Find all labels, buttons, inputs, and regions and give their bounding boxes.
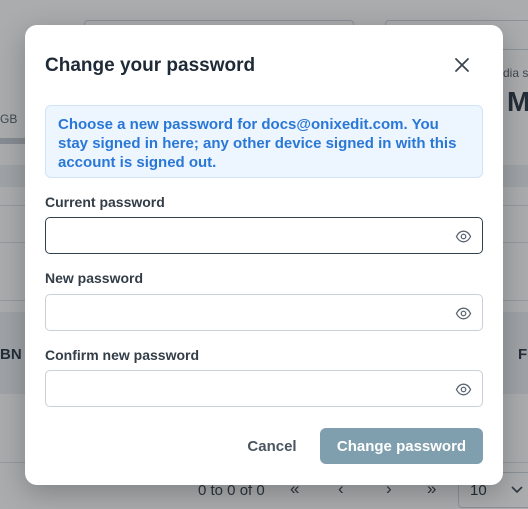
new-password-label: New password (45, 270, 144, 286)
eye-icon[interactable] (455, 381, 472, 398)
info-banner: Choose a new password for docs@onixedit.… (45, 105, 483, 178)
close-icon (455, 58, 469, 72)
change-password-dialog: Change your password Choose a new passwo… (25, 25, 503, 485)
dialog-title: Change your password (45, 55, 256, 76)
info-text: Choose a new password for docs@onixedit.… (58, 116, 457, 171)
current-password-input[interactable] (46, 218, 446, 253)
eye-icon[interactable] (455, 305, 472, 322)
current-password-field (45, 217, 483, 254)
cancel-button[interactable]: Cancel (237, 428, 307, 464)
confirm-password-field (45, 370, 483, 407)
close-button[interactable] (450, 53, 474, 77)
current-password-label: Current password (45, 194, 165, 210)
new-password-input[interactable] (46, 295, 446, 330)
new-password-field (45, 294, 483, 331)
change-password-button[interactable]: Change password (320, 428, 483, 464)
confirm-password-input[interactable] (46, 371, 446, 406)
confirm-password-label: Confirm new password (45, 347, 200, 363)
eye-icon[interactable] (455, 228, 472, 245)
